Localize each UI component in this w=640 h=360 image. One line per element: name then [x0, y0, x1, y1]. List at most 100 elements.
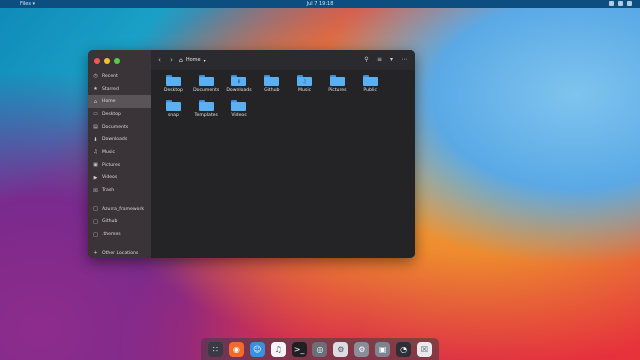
- search-icon[interactable]: ⚲: [362, 55, 371, 65]
- sidebar-item-starred[interactable]: ★ Starred: [88, 83, 151, 96]
- maximize-button[interactable]: [114, 58, 120, 64]
- close-button[interactable]: [94, 58, 100, 64]
- sidebar-places: ◷ Recent ★ Starred ⌂ Home ▭ Desktop ▤ Documents ⬇ D…: [88, 70, 151, 258]
- folder-icon: □: [93, 218, 98, 225]
- folder-icon: [198, 75, 214, 86]
- folder-label: Public: [363, 88, 377, 93]
- files-icon[interactable]: ☺: [249, 341, 265, 357]
- app-grid-icon[interactable]: ∷: [207, 341, 223, 357]
- trash-icon[interactable]: ☒: [417, 341, 433, 357]
- top-bar: Files ▾ Jul 7 19:18: [0, 0, 640, 8]
- sidebar-item-github[interactable]: □ Github: [88, 216, 151, 229]
- sidebar-item-label: Starred: [102, 86, 119, 92]
- sidebar-item-trash[interactable]: ☒ Trash: [88, 184, 151, 197]
- sidebar-item-desktop[interactable]: ▭ Desktop: [88, 108, 151, 121]
- video-icon: ▶: [93, 174, 98, 181]
- folder-label: Music: [298, 88, 312, 93]
- settings-icon[interactable]: ⚙: [354, 341, 370, 357]
- sidebar-item-label: Videos: [102, 175, 118, 181]
- power-icon[interactable]: [627, 1, 632, 6]
- system-tray[interactable]: [609, 1, 632, 6]
- star-icon: ★: [93, 86, 98, 93]
- folder-label: Templates: [194, 112, 218, 118]
- picture-icon: ▣: [93, 162, 98, 169]
- sidebar-item-azurra-framework[interactable]: □ Azurra_framework: [88, 203, 151, 216]
- dock: ∷ ◉ ☺ ♫ >_ ◎ ⚙ ⚙ ▣ ◔ ☒: [201, 338, 439, 360]
- sidebar: ◷ Recent ★ Starred ⌂ Home ▭ Desktop ▤ Documents ⬇ D…: [88, 50, 151, 258]
- folder-item[interactable]: ⬇ Downloads: [223, 74, 256, 99]
- clock[interactable]: Jul 7 19:18: [0, 0, 640, 8]
- main-pane: ‹ › ⌂ Home ▾ ⚲ ≡ ▾ ⋯ Desktop Documents ⬇ Do…: [151, 50, 415, 258]
- desktop-icon: ▭: [93, 111, 98, 118]
- sidebar-item-other-locations[interactable]: + Other Locations: [88, 247, 151, 258]
- screenshot-icon[interactable]: ▣: [375, 341, 391, 357]
- sidebar-item-videos[interactable]: ▶ Videos: [88, 172, 151, 185]
- disk-usage-icon[interactable]: ◔: [396, 341, 412, 357]
- folder-icon: [329, 75, 345, 86]
- folder-label: Pictures: [328, 88, 347, 93]
- folder-item[interactable]: Documents: [190, 74, 223, 99]
- terminal-icon[interactable]: >_: [291, 341, 307, 357]
- trash-icon: ☒: [93, 187, 98, 194]
- download-icon: ⬇: [93, 136, 98, 143]
- firefox-icon[interactable]: ◉: [228, 341, 244, 357]
- sidebar-item-label: Trash: [102, 188, 115, 194]
- sidebar-item-label: .themes: [102, 232, 121, 238]
- tweaks-icon[interactable]: ⚙: [333, 341, 349, 357]
- location-button[interactable]: ⌂ Home ▾: [179, 55, 206, 65]
- home-icon: ⌂: [93, 98, 98, 105]
- window-controls: [94, 58, 120, 64]
- folder-label: Github: [264, 88, 280, 93]
- folder-item[interactable]: Public: [354, 74, 387, 99]
- music-icon[interactable]: ♫: [270, 341, 286, 357]
- sidebar-item-label: Music: [102, 149, 116, 155]
- folder-label: Desktop: [163, 88, 183, 93]
- folder-item[interactable]: Templates: [190, 99, 223, 124]
- back-button[interactable]: ‹: [155, 55, 164, 65]
- network-icon[interactable]: [609, 1, 614, 6]
- folder-item[interactable]: Desktop: [157, 74, 190, 99]
- files-window: ◷ Recent ★ Starred ⌂ Home ▭ Desktop ▤ Documents ⬇ D…: [88, 50, 415, 258]
- sidebar-item-themes[interactable]: □ .themes: [88, 228, 151, 241]
- folder-item[interactable]: Github: [255, 74, 288, 99]
- volume-icon[interactable]: [618, 1, 623, 6]
- folder-icon: [362, 75, 378, 86]
- sidebar-item-label: Other Locations: [102, 250, 139, 256]
- home-icon: ⌂: [179, 56, 183, 64]
- folder-label: Documents: [193, 88, 220, 93]
- sidebar-item-pictures[interactable]: ▣ Pictures: [88, 159, 151, 172]
- folder-icon: □: [93, 231, 98, 238]
- sidebar-item-label: Pictures: [102, 162, 121, 168]
- folder-item[interactable]: snap: [157, 99, 190, 124]
- sidebar-item-label: Downloads: [102, 137, 128, 143]
- sidebar-item-label: Azurra_framework: [102, 206, 145, 212]
- document-icon: ▤: [93, 124, 98, 131]
- view-options-icon[interactable]: ▾: [387, 55, 396, 65]
- plus-icon: +: [93, 250, 98, 257]
- view-list-icon[interactable]: ≡: [375, 55, 384, 65]
- folder-label: Videos: [231, 112, 247, 118]
- sidebar-item-home[interactable]: ⌂ Home: [88, 95, 151, 109]
- system-monitor-icon[interactable]: ◎: [312, 341, 328, 357]
- folder-icon: □: [93, 206, 98, 213]
- folder-item[interactable]: ♫ Music: [288, 74, 321, 99]
- menu-icon[interactable]: ⋯: [400, 55, 409, 65]
- clock-icon: ◷: [93, 73, 98, 80]
- minimize-button[interactable]: [104, 58, 110, 64]
- folder-item[interactable]: Videos: [223, 99, 256, 124]
- sidebar-item-label: Github: [102, 219, 118, 225]
- folder-item[interactable]: Pictures: [321, 74, 354, 99]
- forward-button[interactable]: ›: [167, 55, 176, 65]
- folder-label: Downloads: [226, 88, 252, 93]
- header-bar: ‹ › ⌂ Home ▾ ⚲ ≡ ▾ ⋯: [151, 50, 415, 70]
- folder-label: snap: [167, 112, 179, 118]
- sidebar-item-documents[interactable]: ▤ Documents: [88, 121, 151, 134]
- folder-icon: [165, 75, 181, 86]
- folder-icon: ♫: [297, 75, 313, 86]
- sidebar-item-label: Documents: [102, 124, 129, 130]
- sidebar-item-label: Home: [102, 99, 116, 105]
- sidebar-item-recent[interactable]: ◷ Recent: [88, 70, 151, 83]
- sidebar-item-downloads[interactable]: ⬇ Downloads: [88, 133, 151, 146]
- sidebar-item-music[interactable]: ♫ Music: [88, 146, 151, 159]
- sidebar-item-label: Desktop: [102, 111, 121, 117]
